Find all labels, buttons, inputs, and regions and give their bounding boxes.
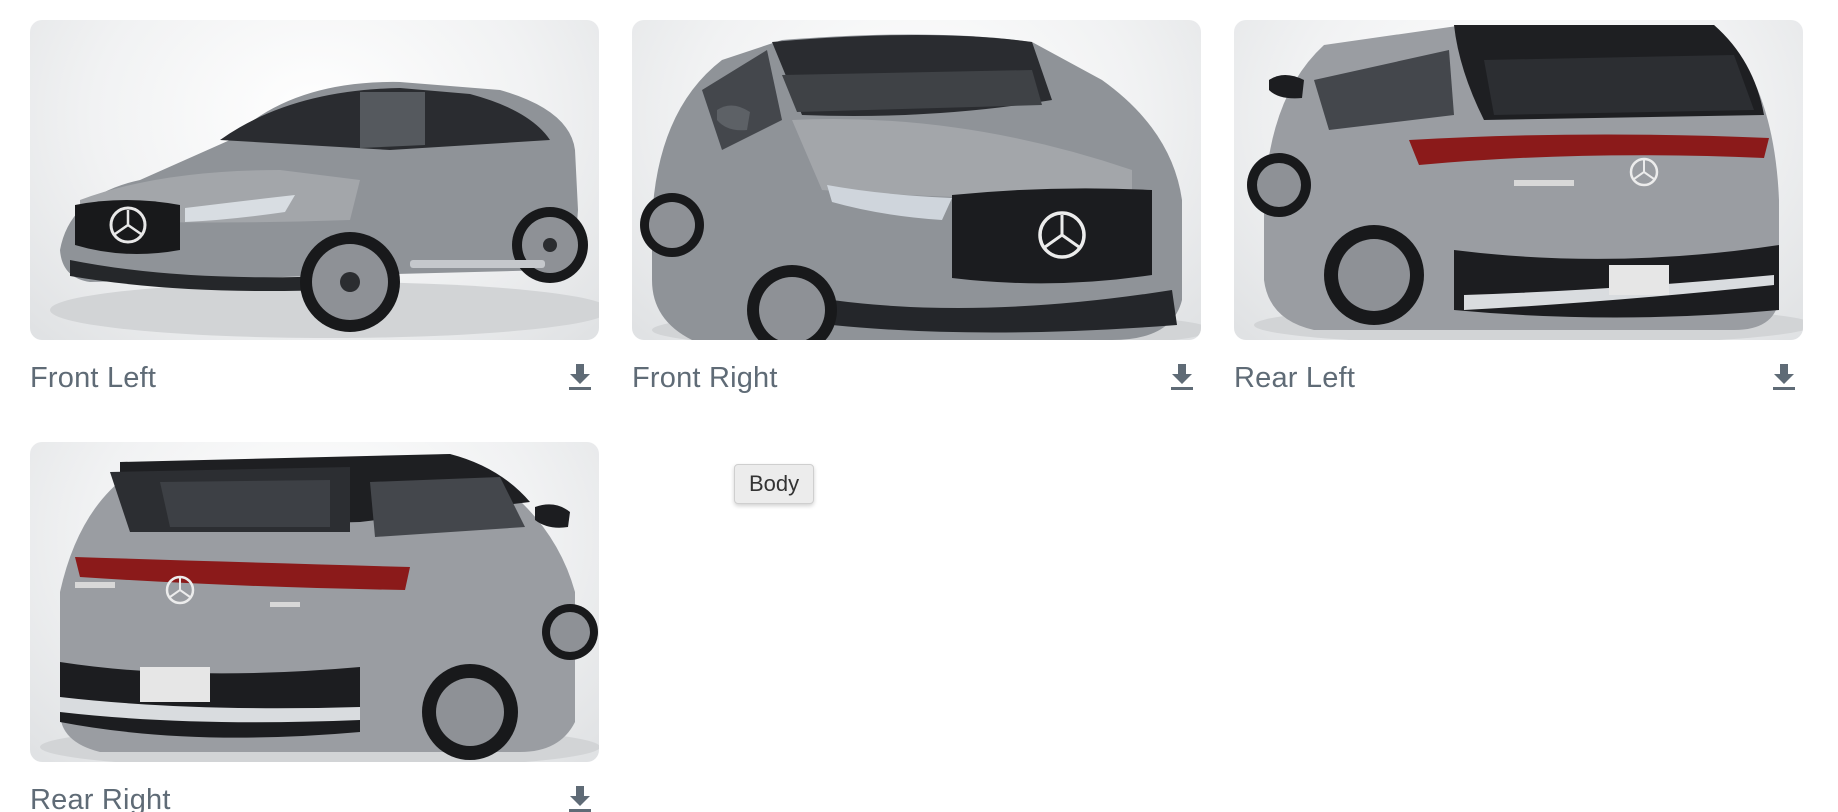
download-button[interactable]: [1769, 362, 1799, 392]
photo-label-front-left: Front Left: [30, 362, 157, 394]
download-icon: [569, 364, 591, 390]
download-icon: [569, 786, 591, 812]
photo-caption: Rear Left: [1234, 340, 1803, 400]
photo-label-front-right: Front Right: [632, 362, 778, 394]
car-rear-right-image: [40, 454, 599, 762]
photo-card-rear-right: Rear Right: [30, 442, 599, 812]
car-front-left-image: [50, 81, 599, 338]
download-button[interactable]: [565, 784, 595, 812]
photo-caption: Front Left: [30, 340, 599, 400]
tooltip: Body: [734, 464, 815, 504]
photo-gallery: Front Left Front Right Rear Left Rear Ri…: [0, 0, 1838, 812]
car-rear-left-image: [1247, 25, 1803, 340]
vehicle-photo-rear-right[interactable]: [30, 442, 599, 762]
download-button[interactable]: [565, 362, 595, 392]
vehicle-photo-front-left[interactable]: [30, 20, 599, 340]
photo-caption: Rear Right: [30, 762, 599, 812]
vehicle-photo-front-right[interactable]: [632, 20, 1201, 340]
download-icon: [1171, 364, 1193, 390]
vehicle-photo-rear-left[interactable]: [1234, 20, 1803, 340]
car-front-right-image: [640, 34, 1201, 340]
download-button[interactable]: [1167, 362, 1197, 392]
photo-card-rear-left: Rear Left: [1234, 20, 1803, 400]
photo-label-rear-left: Rear Left: [1234, 362, 1356, 394]
photo-label-rear-right: Rear Right: [30, 784, 171, 812]
photo-caption: Front Right: [632, 340, 1201, 400]
download-icon: [1773, 364, 1795, 390]
photo-card-front-left: Front Left: [30, 20, 599, 400]
photo-card-front-right: Front Right: [632, 20, 1201, 400]
